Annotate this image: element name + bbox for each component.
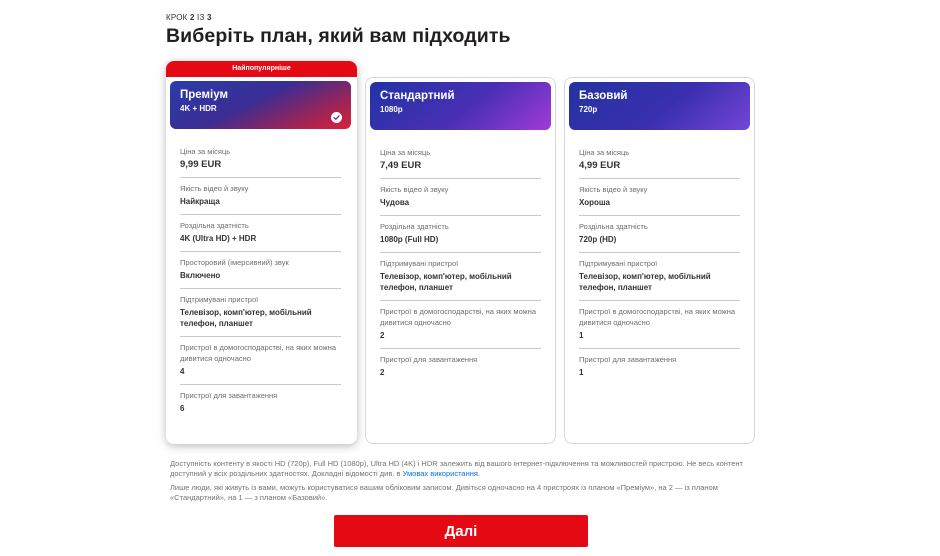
attribute-value: 1 — [579, 331, 584, 340]
attribute-label: Підтримувані пристрої — [380, 259, 459, 268]
most-popular-badge: Найпопулярніше — [166, 61, 357, 77]
plan-resolution: 4K + HDR — [180, 104, 217, 113]
attribute-value: Телевізор, комп'ютер, мобільний телефон,… — [380, 272, 512, 292]
check-circle-icon — [331, 112, 342, 123]
plan-name: Преміум — [180, 89, 228, 101]
plan-name: Базовий — [579, 90, 628, 102]
page-title: Виберіть план, який вам підходить — [166, 25, 511, 47]
attribute-simultaneous-streams: Пристрої в домогосподарстві, на яких мож… — [380, 301, 541, 349]
attribute-label: Якість відео й звуку — [180, 184, 249, 193]
attribute-label: Ціна за місяць — [180, 147, 231, 156]
attribute-label: Ціна за місяць — [579, 148, 630, 157]
step-separator: ІЗ — [197, 13, 205, 22]
attribute-resolution: Роздільна здатність 1080p (Full HD) — [380, 216, 541, 253]
attribute-value: 4 — [180, 367, 185, 376]
step-total: 3 — [206, 13, 212, 22]
attribute-value: 2 — [380, 331, 385, 340]
attribute-spatial-audio: Просторовий (імерсивний) звук Включено — [180, 252, 341, 289]
attribute-value: 2 — [380, 368, 385, 377]
plan-attributes: Ціна за місяць 9,99 EUR Якість відео й з… — [180, 141, 341, 421]
attribute-resolution: Роздільна здатність 4K (Ultra HD) + HDR — [180, 215, 341, 252]
attribute-price: Ціна за місяць 4,99 EUR — [579, 142, 740, 179]
attribute-label: Якість відео й звуку — [579, 185, 648, 194]
plan-header-premium[interactable]: Преміум 4K + HDR — [170, 81, 351, 129]
attribute-download-devices: Пристрої для завантаження 1 — [579, 349, 740, 385]
attribute-label: Якість відео й звуку — [380, 185, 449, 194]
attribute-label: Підтримувані пристрої — [579, 259, 658, 268]
plan-header-basic[interactable]: Базовий 720p — [569, 82, 750, 130]
attribute-value: 9,99 EUR — [180, 159, 222, 170]
attribute-value: Найкраща — [180, 197, 220, 206]
attribute-label: Підтримувані пристрої — [180, 295, 259, 304]
attribute-label: Пристрої в домогосподарстві, на яких мож… — [380, 307, 537, 327]
plan-resolution: 720p — [579, 105, 598, 114]
attribute-value: 7,49 EUR — [380, 160, 422, 171]
attribute-value: 4K (Ultra HD) + HDR — [180, 234, 257, 243]
attribute-label: Пристрої в домогосподарстві, на яких мож… — [180, 343, 337, 363]
attribute-devices: Підтримувані пристрої Телевізор, комп'ют… — [579, 253, 740, 301]
attribute-value: 720p (HD) — [579, 235, 617, 244]
attribute-quality: Якість відео й звуку Чудова — [380, 179, 541, 216]
attribute-label: Пристрої для завантаження — [579, 355, 677, 364]
attribute-label: Роздільна здатність — [380, 222, 449, 231]
terms-of-use-link[interactable]: Умовах використання — [403, 469, 478, 478]
attribute-label: Роздільна здатність — [579, 222, 648, 231]
attribute-resolution: Роздільна здатність 720p (HD) — [579, 216, 740, 253]
attribute-simultaneous-streams: Пристрої в домогосподарстві, на яких мож… — [180, 337, 341, 385]
attribute-price: Ціна за місяць 7,49 EUR — [380, 142, 541, 179]
step-prefix: КРОК — [166, 13, 188, 22]
plan-header-standard[interactable]: Стандартний 1080p — [370, 82, 551, 130]
attribute-label: Просторовий (імерсивний) звук — [180, 258, 289, 267]
attribute-label: Роздільна здатність — [180, 221, 249, 230]
attribute-value: 4,99 EUR — [579, 160, 621, 171]
step-indicator: КРОК 2 ІЗ 3 — [166, 13, 212, 22]
attribute-value: Включено — [180, 271, 221, 280]
plan-card-premium[interactable]: Найпопулярніше Преміум 4K + HDR Ціна за … — [166, 61, 357, 444]
attribute-download-devices: Пристрої для завантаження 6 — [180, 385, 341, 421]
attribute-price: Ціна за місяць 9,99 EUR — [180, 141, 341, 178]
attribute-value: Хороша — [579, 198, 611, 207]
attribute-quality: Якість відео й звуку Найкраща — [180, 178, 341, 215]
attribute-value: Чудова — [380, 198, 410, 207]
plan-name: Стандартний — [380, 90, 455, 102]
attribute-label: Пристрої для завантаження — [180, 391, 278, 400]
attribute-value: Телевізор, комп'ютер, мобільний телефон,… — [579, 272, 711, 292]
step-current: 2 — [189, 13, 195, 22]
plan-attributes: Ціна за місяць 7,49 EUR Якість відео й з… — [380, 142, 541, 385]
attribute-quality: Якість відео й звуку Хороша — [579, 179, 740, 216]
attribute-value: Телевізор, комп'ютер, мобільний телефон,… — [180, 308, 312, 328]
attribute-download-devices: Пристрої для завантаження 2 — [380, 349, 541, 385]
plan-card-basic[interactable]: Базовий 720p Ціна за місяць 4,99 EUR Які… — [564, 77, 755, 444]
terms-suffix: . — [477, 469, 481, 478]
attribute-label: Ціна за місяць — [380, 148, 431, 157]
attribute-devices: Підтримувані пристрої Телевізор, комп'ют… — [380, 253, 541, 301]
attribute-devices: Підтримувані пристрої Телевізор, комп'ют… — [180, 289, 341, 337]
household-note: Лише люди, які живуть із вами, можуть ко… — [170, 483, 718, 502]
attribute-value: 6 — [180, 404, 185, 413]
attribute-simultaneous-streams: Пристрої в домогосподарстві, на яких мож… — [579, 301, 740, 349]
availability-note: Доступність контенту в якості HD (720p),… — [170, 459, 750, 479]
plan-attributes: Ціна за місяць 4,99 EUR Якість відео й з… — [579, 142, 740, 385]
plan-resolution: 1080p — [380, 105, 403, 114]
attribute-label: Пристрої для завантаження — [380, 355, 478, 364]
next-button[interactable]: Далі — [334, 515, 588, 547]
attribute-label: Пристрої в домогосподарстві, на яких мож… — [579, 307, 736, 327]
attribute-value: 1 — [579, 368, 584, 377]
attribute-value: 1080p (Full HD) — [380, 235, 439, 244]
plan-card-standard[interactable]: Стандартний 1080p Ціна за місяць 7,49 EU… — [365, 77, 556, 444]
